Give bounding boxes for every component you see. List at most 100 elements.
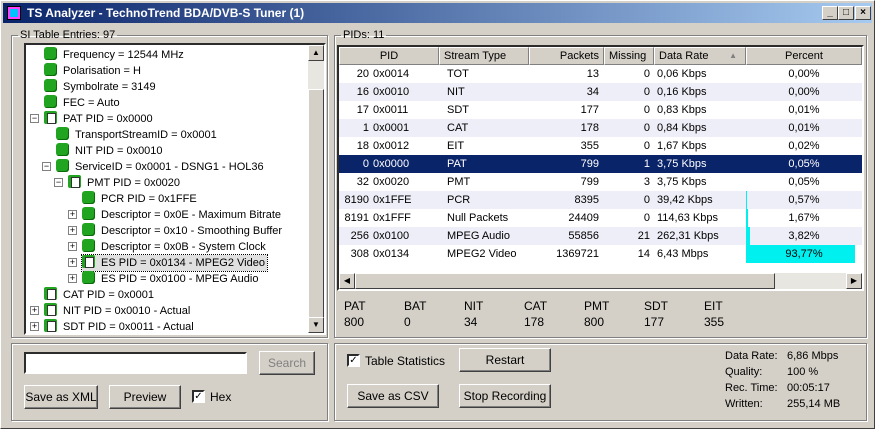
column-header[interactable]: Stream Type (439, 47, 529, 65)
tree-node[interactable]: NIT PID = 0x0010 - Actual (44, 303, 190, 319)
scroll-down-icon[interactable]: ▼ (308, 317, 324, 333)
expand-icon[interactable]: + (68, 210, 77, 219)
tree-node[interactable]: Polarisation = H (44, 63, 141, 79)
title-bar[interactable]: TS Analyzer - TechnoTrend BDA/DVB-S Tune… (3, 3, 872, 23)
tree-node[interactable]: SDT PID = 0x0011 - Actual (44, 319, 194, 333)
expand-icon[interactable]: + (68, 274, 77, 283)
hex-checkbox[interactable]: ✓ (192, 390, 205, 403)
tree-node[interactable]: Symbolrate = 3149 (44, 79, 156, 95)
tree-node-label: PMT PID = 0x0020 (87, 177, 181, 189)
table-row[interactable]: 32 0x0020 PMT 799 3 3,75 Kbps 0,05% (339, 173, 862, 191)
tree-node[interactable]: NIT PID = 0x0010 (56, 143, 163, 159)
collapse-icon[interactable]: − (42, 162, 51, 171)
table-row[interactable]: 8191 0x1FFF Null Packets 24409 0 114,63 Kbps 1… (339, 209, 862, 227)
hscroll-thumb[interactable] (355, 273, 775, 289)
save-csv-button[interactable]: Save as CSV (347, 384, 439, 408)
cell-hex: 0x0001 (373, 122, 410, 134)
table-row[interactable]: 308 0x0134 MPEG2 Video 1369721 14 6,43 Mbps 93… (339, 245, 862, 263)
tree-node[interactable]: FEC = Auto (44, 95, 120, 111)
cell-pid: 18 (356, 140, 369, 152)
table-row[interactable]: 256 0x0100 MPEG Audio 55856 21 262,31 Kbps 3,8… (339, 227, 862, 245)
summary-value: 800 (344, 315, 365, 329)
cell-hex: 0x0020 (373, 176, 410, 188)
cell-type: MPEG Audio (447, 230, 510, 242)
tree-scrollbar[interactable]: ▲ ▼ (308, 45, 324, 333)
cell-packets: 355 (580, 140, 599, 152)
tree-node[interactable]: ES PID = 0x0100 - MPEG Audio (82, 271, 258, 287)
status-dot-icon (56, 159, 69, 172)
tree-node-label: FEC = Auto (63, 97, 120, 109)
table-hscrollbar[interactable]: ◀ ▶ (339, 273, 862, 289)
table-stats-checkbox[interactable]: ✓ (347, 354, 360, 367)
table-row[interactable]: 8190 0x1FFE PCR 8395 0 39,42 Kbps 0,57% (339, 191, 862, 209)
cell-rate: 39,42 Kbps (657, 194, 713, 206)
stop-recording-button[interactable]: Stop Recording (459, 384, 551, 408)
expand-icon[interactable]: + (30, 322, 39, 331)
expand-icon[interactable]: + (30, 306, 39, 315)
info-label: Written: (725, 398, 763, 410)
cell-packets: 177 (580, 104, 599, 116)
column-header[interactable]: Missing (604, 47, 654, 65)
si-tree[interactable]: ▲ ▼ Frequency = 12544 MHz Polarisation = … (24, 43, 326, 335)
cell-missing: 0 (643, 104, 650, 116)
scroll-thumb[interactable] (308, 89, 324, 319)
restart-button[interactable]: Restart (459, 348, 551, 372)
scroll-up-icon[interactable]: ▲ (308, 45, 324, 61)
tree-node[interactable]: PCR PID = 0x1FFE (82, 191, 197, 207)
expand-icon[interactable]: + (68, 242, 77, 251)
preview-button[interactable]: Preview (109, 385, 181, 409)
tree-node[interactable]: PMT PID = 0x0020 (68, 175, 180, 191)
cell-percent: 3,82% (788, 230, 820, 242)
si-table-title: SI Table Entries: 97 (20, 29, 116, 41)
cell-hex: 0x0011 (373, 104, 409, 116)
maximize-button[interactable]: □ (838, 6, 854, 20)
cell-percent: 0,05% (788, 158, 820, 170)
info-value: 100 % (787, 366, 819, 378)
pid-table[interactable]: ◀ ▶ PID Stream Type Packets Missing Data Rat… (337, 45, 864, 291)
tree-node[interactable]: TransportStreamID = 0x0001 (56, 127, 217, 143)
table-row[interactable]: 20 0x0014 TOT 13 0 0,06 Kbps 0,00% (339, 65, 862, 83)
search-input[interactable] (24, 352, 247, 374)
scroll-left-icon[interactable]: ◀ (339, 273, 355, 289)
table-row[interactable]: 0 0x0000 PAT 799 1 3,75 Kbps 0,05% (339, 155, 862, 173)
cell-pid: 8191 (344, 212, 369, 224)
tree-node[interactable]: PAT PID = 0x0000 (44, 111, 153, 127)
column-header[interactable]: PID (339, 47, 439, 65)
scroll-right-icon[interactable]: ▶ (846, 273, 862, 289)
cell-packets: 178 (580, 122, 599, 134)
minimize-button[interactable]: _ (822, 6, 838, 20)
save-xml-button[interactable]: Save as XML (24, 385, 98, 409)
table-row[interactable]: 18 0x0012 EIT 355 0 1,67 Kbps 0,02% (339, 137, 862, 155)
table-row[interactable]: 16 0x0010 NIT 34 0 0,16 Kbps 0,00% (339, 83, 862, 101)
column-header-label: Stream Type (444, 50, 507, 62)
tree-node[interactable]: ServiceID = 0x0001 - DSNG1 - HOL36 (56, 159, 264, 175)
cell-percent: 0,01% (788, 104, 820, 116)
tree-node[interactable]: ES PID = 0x0134 - MPEG2 Video (81, 254, 268, 272)
tree-node[interactable]: Descriptor = 0x0E - Maximum Bitrate (82, 207, 281, 223)
cell-missing: 1 (643, 158, 650, 170)
column-header[interactable]: Data Rate ▲ (654, 47, 746, 65)
tree-node[interactable]: CAT PID = 0x0001 (44, 287, 154, 303)
cell-hex: 0x0014 (373, 68, 410, 80)
collapse-icon[interactable]: − (54, 178, 63, 187)
cell-type: NIT (447, 86, 465, 98)
column-header[interactable]: Percent (746, 47, 862, 65)
expand-icon[interactable]: + (68, 226, 77, 235)
column-header-label: Percent (785, 50, 823, 62)
cell-packets: 799 (580, 158, 599, 170)
expand-icon[interactable]: + (68, 258, 77, 267)
collapse-icon[interactable]: − (30, 114, 39, 123)
tree-node-label: TransportStreamID = 0x0001 (75, 129, 217, 141)
tree-node-label: Descriptor = 0x10 - Smoothing Buffer (101, 225, 283, 237)
tree-node[interactable]: Descriptor = 0x10 - Smoothing Buffer (82, 223, 282, 239)
table-icon (44, 287, 57, 300)
close-button[interactable]: × (855, 6, 871, 20)
column-header[interactable]: Packets (529, 47, 604, 65)
status-dot-icon (44, 79, 57, 92)
tree-node[interactable]: Descriptor = 0x0B - System Clock (82, 239, 266, 255)
status-dot-icon (56, 127, 69, 140)
table-row[interactable]: 17 0x0011 SDT 177 0 0,83 Kbps 0,01% (339, 101, 862, 119)
search-button[interactable]: Search (259, 351, 315, 375)
tree-node[interactable]: Frequency = 12544 MHz (44, 47, 184, 63)
table-row[interactable]: 1 0x0001 CAT 178 0 0,84 Kbps 0,01% (339, 119, 862, 137)
